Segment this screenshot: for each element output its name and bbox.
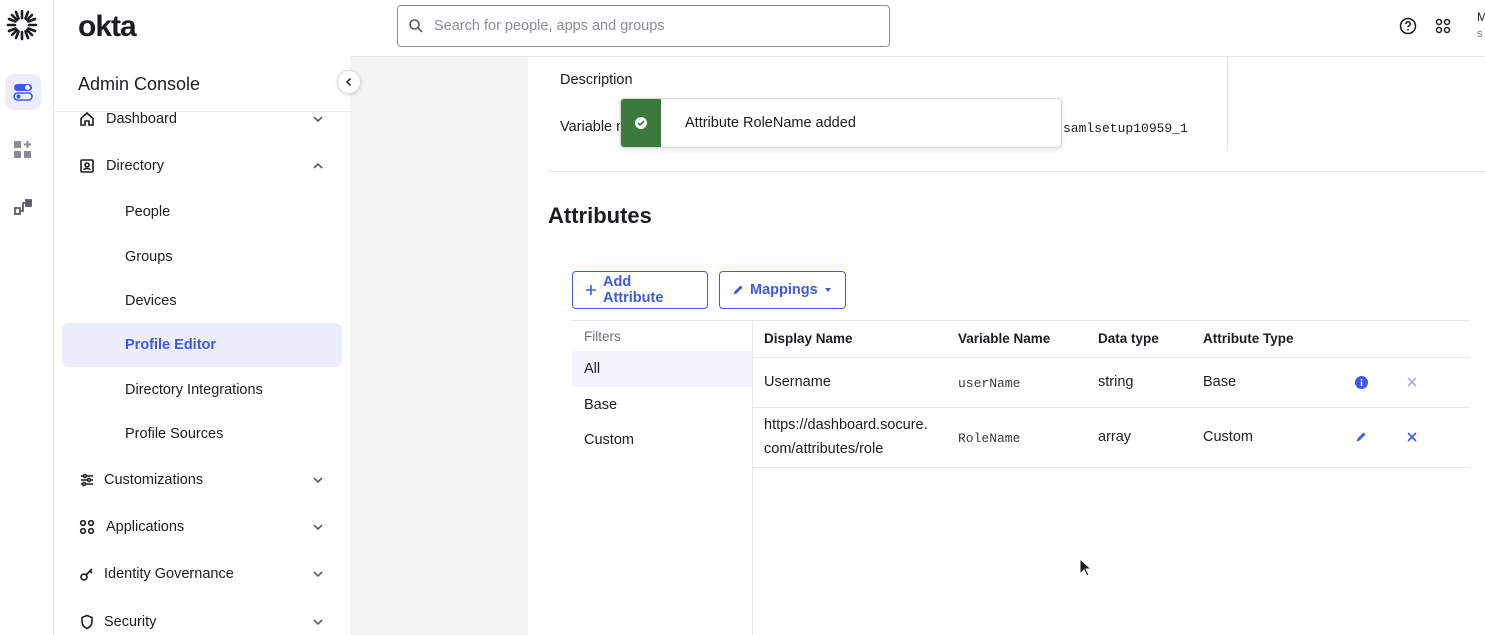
section-divider	[548, 171, 1485, 172]
chevron-down-icon	[313, 619, 323, 626]
check-circle-icon	[635, 117, 647, 129]
top-bar: M s	[350, 0, 1485, 57]
variable-name-cell: userName	[958, 376, 1021, 391]
plus-icon	[585, 285, 596, 295]
delete-icon[interactable]	[1405, 430, 1419, 444]
sidebar-subitem-people[interactable]: People	[62, 190, 342, 234]
attributes-title: Attributes	[548, 203, 652, 228]
filter-base[interactable]: Base	[572, 387, 752, 423]
filters-panel: Filters All Base Custom	[572, 320, 753, 635]
sliders-icon	[78, 471, 96, 489]
collapse-sidebar-button[interactable]	[337, 70, 361, 94]
row-divider	[753, 407, 1470, 408]
info-icon[interactable]	[1354, 375, 1368, 389]
mappings-button[interactable]: Mappings	[719, 271, 846, 309]
subitem-label: Profile Sources	[125, 426, 224, 442]
sidebar-item-label: Applications	[106, 519, 185, 535]
toast-status-bar	[621, 99, 661, 147]
sidebar-subitem-profile-sources[interactable]: Profile Sources	[62, 412, 342, 456]
okta-logo[interactable]: okta	[78, 10, 137, 44]
column-header-display-name: Display Name	[764, 331, 853, 346]
sidebar-item-customizations[interactable]: Customizations	[54, 460, 350, 500]
row-divider	[753, 467, 1470, 468]
sidebar-subitem-devices[interactable]: Devices	[62, 279, 342, 323]
attribute-type-cell: Custom	[1203, 429, 1253, 445]
apps-add-icon[interactable]	[5, 132, 41, 168]
workflow-icon[interactable]	[5, 189, 41, 225]
sidebar-item-security[interactable]: Security	[54, 602, 350, 635]
filter-all[interactable]: All	[572, 351, 752, 387]
delete-icon[interactable]	[1405, 375, 1419, 389]
column-header-data-type: Data type	[1098, 331, 1159, 346]
help-icon[interactable]	[1398, 16, 1418, 36]
admin-console-title: Admin Console	[78, 74, 201, 94]
sidebar-item-label: Dashboard	[106, 111, 177, 127]
variable-name-label: Variable n	[560, 119, 625, 135]
sidebar: okta Admin Console Dashboard Directory P…	[54, 0, 350, 635]
caret-down-icon	[824, 288, 831, 292]
sidebar-item-label: Directory	[106, 158, 165, 174]
sidebar-subitem-groups[interactable]: Groups	[62, 235, 342, 279]
chevron-down-icon	[313, 116, 323, 123]
pencil-icon	[733, 285, 743, 295]
filters-header: Filters	[584, 329, 621, 344]
mouse-cursor-icon	[1079, 558, 1093, 577]
subitem-label: Directory Integrations	[125, 382, 263, 398]
variable-name-value: samlsetup10959_1	[1063, 121, 1188, 136]
sidebar-item-directory[interactable]: Directory	[54, 146, 350, 186]
chevron-up-icon	[313, 162, 323, 169]
app-rail	[0, 0, 54, 635]
variable-name-cell: RoleName	[958, 431, 1021, 446]
sidebar-item-dashboard[interactable]: Dashboard	[54, 99, 350, 139]
filter-custom[interactable]: Custom	[572, 422, 752, 458]
display-name-cell: https://dashboard.socure.	[764, 417, 928, 433]
user-name[interactable]: M	[1477, 10, 1485, 24]
chevron-left-icon	[345, 77, 352, 87]
search-input[interactable]	[434, 18, 874, 34]
column-header-variable-name: Variable Name	[958, 331, 1051, 346]
user-org: s	[1477, 28, 1483, 40]
toast-message: Attribute RoleName added	[685, 115, 856, 131]
sidebar-item-identity-governance[interactable]: Identity Governance	[54, 554, 350, 594]
directory-icon	[78, 157, 96, 175]
subitem-label: Groups	[125, 249, 173, 265]
header-divider	[753, 357, 1470, 358]
description-label: Description	[560, 72, 633, 88]
chevron-down-icon	[313, 524, 323, 531]
search-box[interactable]	[397, 5, 890, 47]
data-type-cell: string	[1098, 374, 1134, 390]
key-icon	[78, 565, 96, 583]
chevron-down-icon	[313, 571, 323, 578]
mappings-label: Mappings	[750, 282, 818, 298]
success-toast: Attribute RoleName added	[620, 98, 1062, 148]
chevron-down-icon	[313, 477, 323, 484]
data-type-cell: array	[1098, 429, 1132, 445]
search-icon	[409, 19, 423, 33]
add-attribute-label: Add Attribute	[602, 274, 664, 306]
add-attribute-button[interactable]: Add Attribute	[572, 271, 708, 309]
display-name-cell: Username	[764, 374, 831, 390]
sidebar-subitem-directory-integrations[interactable]: Directory Integrations	[62, 368, 342, 412]
attribute-type-cell: Base	[1203, 374, 1237, 390]
edit-icon[interactable]	[1354, 430, 1368, 444]
okta-sunburst-icon[interactable]	[5, 8, 39, 42]
sidebar-item-applications[interactable]: Applications	[54, 507, 350, 547]
grid-icon	[78, 518, 96, 536]
display-name-cell-line2: com/attributes/role	[764, 441, 884, 457]
home-icon	[78, 110, 96, 128]
info-divider	[1227, 57, 1228, 150]
column-header-attribute-type: Attribute Type	[1203, 331, 1294, 346]
sidebar-subitem-profile-editor[interactable]: Profile Editor	[62, 323, 342, 367]
admin-toggle-icon[interactable]	[5, 74, 41, 110]
sidebar-item-label: Customizations	[104, 472, 204, 488]
subitem-label: Profile Editor	[125, 337, 217, 353]
subitem-label: People	[125, 204, 171, 220]
sidebar-item-label: Security	[104, 614, 157, 630]
apps-grid-icon[interactable]	[1433, 16, 1453, 36]
shield-icon	[78, 613, 96, 631]
sidebar-item-label: Identity Governance	[104, 566, 234, 582]
subitem-label: Devices	[125, 293, 177, 309]
